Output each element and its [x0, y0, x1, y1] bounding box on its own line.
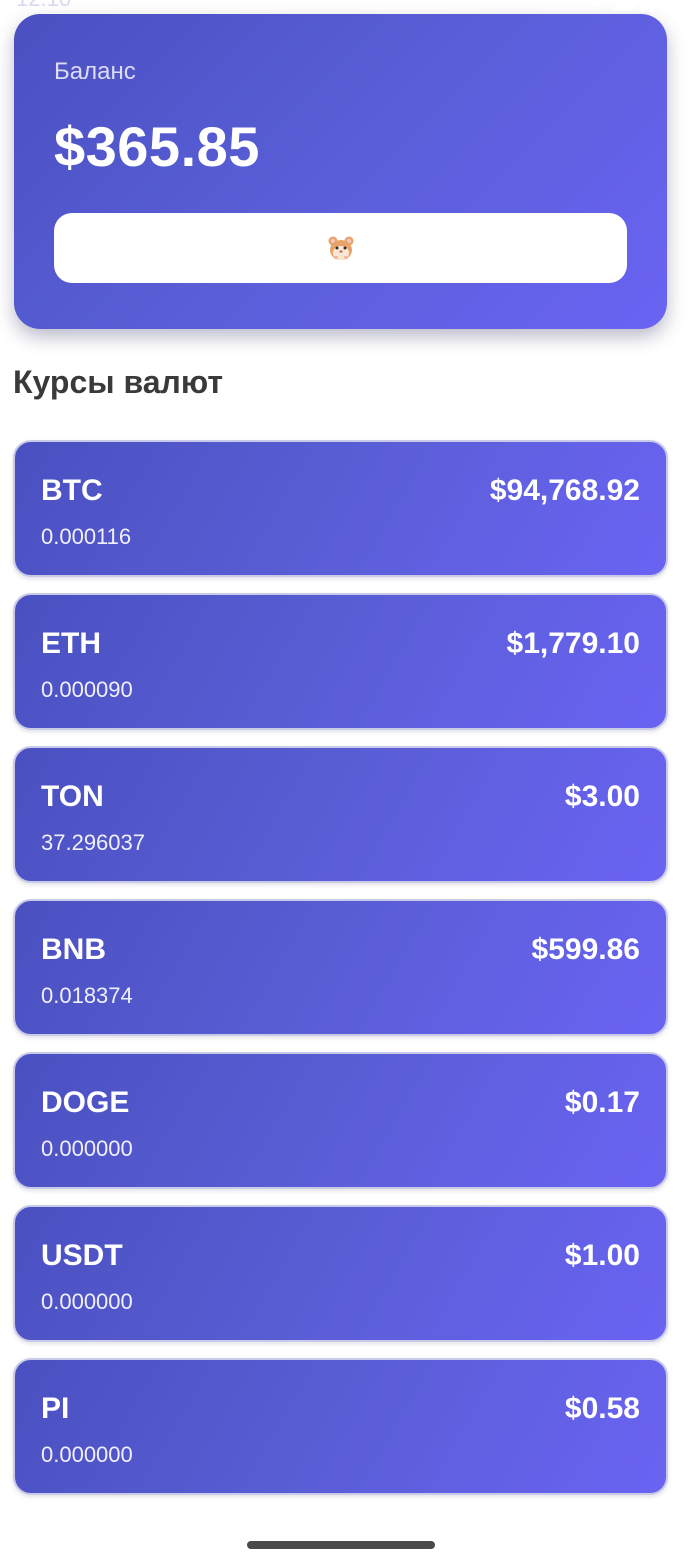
- balance-card: Баланс $365.85: [14, 14, 667, 329]
- rate-symbol: PI: [41, 1392, 70, 1425]
- rate-price: $0.17: [564, 1086, 640, 1119]
- rate-card-btc[interactable]: BTC 0.000116 $94,768.92: [13, 440, 668, 577]
- rate-price: $3.00: [564, 780, 640, 813]
- wifi-icon: [586, 0, 606, 6]
- rates-list: BTC 0.000116 $94,768.92 ETH 0.000090 $1,…: [13, 440, 668, 1511]
- signal-icon: [612, 0, 634, 10]
- app-screen: 12:10 Баланс $365.85: [0, 0, 694, 1554]
- rate-card-ton[interactable]: TON 37.296037 $3.00: [13, 746, 668, 883]
- rate-symbol: ETH: [41, 627, 101, 660]
- rate-card-doge[interactable]: DOGE 0.000000 $0.17: [13, 1052, 668, 1189]
- status-bar: 12:10: [0, 0, 694, 16]
- rate-amount: 37.296037: [41, 830, 145, 855]
- rate-amount: 0.000116: [41, 524, 132, 549]
- rate-card-pi[interactable]: PI 0.000000 $0.58: [13, 1358, 668, 1495]
- rate-price: $0.58: [564, 1392, 640, 1425]
- rate-card-eth[interactable]: ETH 0.000090 $1,779.10: [13, 593, 668, 730]
- rate-symbol: BNB: [41, 933, 106, 966]
- balance-amount: $365.85: [54, 115, 260, 178]
- rate-amount: 0.000000: [41, 1442, 133, 1467]
- status-icons: [586, 0, 654, 12]
- rate-card-bnb[interactable]: BNB 0.018374 $599.86: [13, 899, 668, 1036]
- rates-title: Курсы валют: [13, 364, 224, 400]
- rate-amount: 0.000000: [41, 1136, 133, 1161]
- rate-amount: 0.000090: [41, 677, 133, 702]
- rate-card-usdt[interactable]: USDT 0.000000 $1.00: [13, 1205, 668, 1342]
- hamster-icon: [328, 236, 353, 260]
- home-indicator[interactable]: [247, 1541, 435, 1549]
- rate-price: $94,768.92: [489, 474, 640, 507]
- rate-price: $1.00: [564, 1239, 640, 1272]
- rate-price: $1,779.10: [506, 627, 640, 660]
- rate-symbol: USDT: [41, 1239, 123, 1272]
- rate-amount: 0.000000: [41, 1289, 133, 1314]
- status-time: 12:10: [16, 0, 71, 12]
- battery-icon: [640, 0, 654, 12]
- rate-symbol: DOGE: [41, 1086, 130, 1119]
- rate-amount: 0.018374: [41, 983, 133, 1008]
- balance-label: Баланс: [54, 58, 136, 85]
- rate-symbol: BTC: [41, 474, 103, 507]
- hamster-button[interactable]: [54, 213, 627, 283]
- rate-symbol: TON: [41, 780, 104, 813]
- rate-price: $599.86: [531, 933, 640, 966]
